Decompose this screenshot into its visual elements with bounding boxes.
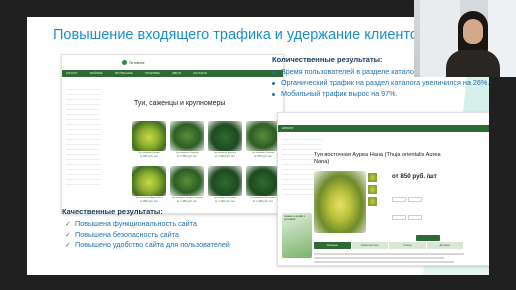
catalog-screenshot: Питомник КАТАЛОГ ХВОЙНЫЕ ЛИСТВЕННЫЕ ПЛОД… <box>61 54 284 214</box>
bullet-icon <box>272 92 275 96</box>
presenter-webcam <box>414 0 516 77</box>
product-title: Туя восточная Ауреа Нана (Thuja oriental… <box>314 152 441 165</box>
product-grid: Туя западная Даника от 990 руб. /шт Туя з… <box>132 121 280 208</box>
site-nav: КАТАЛОГ ХВОЙНЫЕ ЛИСТВЕННЫЕ ПЛОДОВЫЕ ЦВЕТ… <box>62 70 283 77</box>
tab: Доставка <box>426 242 463 249</box>
bullet-icon <box>272 81 275 85</box>
product-tabs: Описание Характеристики Отзывы Доставка <box>314 242 464 249</box>
check-icon: ✓ <box>65 219 72 228</box>
presenter-body <box>446 50 500 77</box>
check-icon: ✓ <box>65 229 72 239</box>
site-nav: КАТАЛОГ <box>278 125 489 132</box>
list-item: Мобильный трафик вырос на 97%. <box>272 88 489 99</box>
site-logo: Питомник <box>62 55 283 70</box>
logo-text: Питомник <box>129 60 145 65</box>
product-price: от 850 руб. /шт <box>392 173 437 180</box>
product-card: Туя восточная Ауреа Нана от 850 руб. /шт <box>132 166 166 208</box>
product-card: Туя западная Фастигиата от 1 250 руб. /шт <box>246 166 280 208</box>
product-card: Туя западная Глобоза от 870 руб. /шт <box>246 121 280 163</box>
tab: Характеристики <box>351 242 388 249</box>
list-item: ✓ Повышено удобство сайта для пользовател… <box>65 240 230 249</box>
nav-item: КОНТАКТЫ <box>193 72 208 75</box>
video-frame: Повышение входящего трафика и удержание … <box>0 0 516 290</box>
list-item: ✓ Повышена безопасность сайта <box>65 229 179 239</box>
nav-item: ПЛОДОВЫЕ <box>144 72 160 75</box>
product-card: Туя западная Смарагд от 1 350 руб. /шт <box>170 121 204 163</box>
product-options <box>392 193 432 229</box>
product-thumbnail <box>368 185 377 194</box>
add-to-cart-button <box>416 235 440 241</box>
product-card: Туя западная Голден Смарагд от 1 450 руб.… <box>170 166 204 208</box>
product-thumbnail <box>368 197 377 206</box>
product-image <box>314 171 366 233</box>
nav-item: ЛИСТВЕННЫЕ <box>114 72 133 75</box>
product-screenshot: КАТАЛОГ Закажите онлайн с доставкой Туя … <box>277 112 489 266</box>
bullet-icon <box>272 70 275 74</box>
qualitative-heading: Качественные результаты: <box>62 207 163 216</box>
nav-item: ХВОЙНЫЕ <box>89 72 103 75</box>
nav-item: ЦВЕТЫ <box>171 72 182 75</box>
list-item: Органический трафик на раздел каталога у… <box>272 77 489 88</box>
product-card: Туя западная Брабант от 1 200 руб. /шт <box>208 121 242 163</box>
product-card: Туя западная Даника от 990 руб. /шт <box>132 121 166 163</box>
list-item: ✓ Повышена функциональность сайта <box>65 219 197 228</box>
catalog-heading: Туи, саженцы и крупномеры <box>134 100 226 107</box>
tab: Описание <box>314 242 351 249</box>
promo-text: Закажите онлайн с доставкой <box>284 215 306 221</box>
product-card: Туя западная Колумна от 1 100 руб. /шт <box>208 166 242 208</box>
nav-item: КАТАЛОГ <box>66 72 78 75</box>
logo-icon <box>122 60 127 65</box>
tab: Отзывы <box>389 242 426 249</box>
qualitative-results: Качественные результаты: ✓ Повышена функц… <box>62 207 230 251</box>
presenter-face <box>463 19 483 44</box>
product-thumbnail <box>368 173 377 182</box>
check-icon: ✓ <box>65 240 72 249</box>
slide-title: Повышение входящего трафика и удержание … <box>53 27 446 43</box>
catalog-sidebar <box>66 85 100 210</box>
